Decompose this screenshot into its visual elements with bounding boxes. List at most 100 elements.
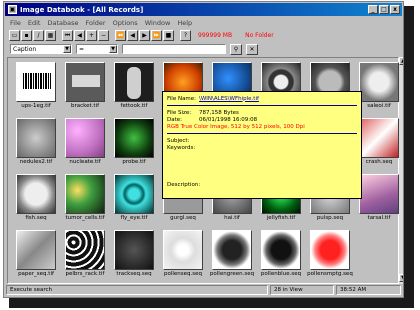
menu-edit[interactable]: Edit: [28, 19, 41, 27]
thumbnail-image: [16, 174, 56, 214]
grid-icon[interactable]: ▦: [45, 30, 56, 41]
thumbnail-item[interactable]: pollengreen.seq: [209, 230, 255, 277]
thumbnail-item[interactable]: bracket.tif: [65, 62, 105, 109]
thumbnail-image: [310, 230, 350, 270]
thumbnail-item[interactable]: probe.tif: [114, 118, 154, 165]
subject-label: Subject:: [167, 137, 190, 144]
scroll-up-icon[interactable]: ▲: [399, 57, 403, 65]
forward-icon[interactable]: ⏩: [151, 30, 162, 41]
close-button[interactable]: x: [390, 5, 400, 14]
file-size-label: File Size:: [167, 109, 192, 116]
file-name-value: \WIN\ALES\WFhiple.tif: [199, 95, 259, 102]
vertical-scrollbar[interactable]: ▲ ▼: [399, 57, 403, 284]
thumbnail-label: trackseq.seq: [116, 271, 152, 277]
thumbnail-item[interactable]: tarsal.tif: [359, 174, 399, 221]
thumbnail-item[interactable]: trackseq.seq: [114, 230, 154, 277]
thumbnail-label: ups-1eg.tif: [21, 103, 51, 109]
play-icon[interactable]: ▶: [139, 30, 150, 41]
thumbnail-label: saleoi.tif: [367, 103, 391, 109]
thumbnail-image: [114, 118, 154, 158]
search-row: Caption ▼ = ▼ ⚲ ✕: [6, 43, 401, 55]
menu-database[interactable]: Database: [47, 19, 78, 27]
minimize-button[interactable]: _: [368, 5, 378, 14]
thumbnail-image: [16, 230, 56, 270]
menu-help[interactable]: Help: [177, 19, 192, 27]
divider: [167, 105, 357, 106]
thumbnail-image: [16, 118, 56, 158]
menu-options[interactable]: Options: [113, 19, 138, 27]
search-operator-select[interactable]: = ▼: [76, 44, 118, 54]
menu-file[interactable]: File: [10, 19, 21, 27]
status-time: 38:52 AM: [336, 285, 401, 295]
italic-icon[interactable]: /: [33, 30, 44, 41]
thumbnail-label: pollensmptg.seq: [307, 271, 353, 277]
thumbnail-item[interactable]: pelbrs_rack.tif: [65, 230, 105, 277]
thumbnail-item[interactable]: fish.seq: [16, 174, 56, 221]
thumbnail-image: [16, 62, 56, 102]
thumbnail-label: hai.tif: [224, 215, 240, 221]
thumbnail-item[interactable]: nedules2.tif: [16, 118, 56, 165]
folder-indicator: No Folder: [245, 32, 274, 39]
file-name-label: File Name:: [167, 95, 197, 102]
chevron-down-icon[interactable]: ▼: [63, 45, 71, 53]
description-label: Description:: [167, 181, 201, 188]
thumbnail-item[interactable]: tumor_cells.tif: [65, 174, 105, 221]
thumbnail-image: [359, 118, 399, 158]
thumbnail-label: fettook.tif: [120, 103, 148, 109]
save-icon[interactable]: ▪: [21, 30, 32, 41]
help-icon[interactable]: ?: [180, 30, 191, 41]
title-bar[interactable]: ▣ Image Databook - [All Records] _ □ x: [5, 3, 402, 16]
scroll-down-icon[interactable]: ▼: [399, 274, 403, 282]
first-record-icon[interactable]: ⏮: [62, 30, 73, 41]
thumbnail-label: pelbrs_rack.tif: [65, 271, 105, 277]
rewind-icon[interactable]: ⏪: [115, 30, 126, 41]
thumbnail-label: paper_seq.tif: [18, 271, 54, 277]
image-info: RGB True Color Image, 512 by 512 pixels,…: [167, 123, 305, 130]
thumbnail-item[interactable]: pollenseq.seq: [163, 230, 203, 277]
prev-record-icon[interactable]: ◀: [74, 30, 85, 41]
search-field-select[interactable]: Caption ▼: [10, 44, 72, 54]
thumbnail-image: [65, 230, 105, 270]
thumbnail-label: probe.tif: [122, 159, 146, 165]
thumbnail-label: pulsp.seq: [316, 215, 344, 221]
thumbnail-label: pollengreen.seq: [209, 271, 255, 277]
search-value-input[interactable]: [122, 44, 226, 54]
menu-bar: File Edit Database Folder Options Window…: [6, 17, 401, 28]
chevron-down-icon[interactable]: ▼: [109, 45, 117, 53]
window-title: Image Databook - [All Records]: [20, 5, 144, 14]
clear-search-button[interactable]: ✕: [246, 43, 258, 55]
stop-icon[interactable]: ■: [163, 30, 174, 41]
toolbar: ▭ ▪ / ▦ ⏮ ◀ + − ⏪ ◀ ▶ ⏩ ■ ? 999999 MB No…: [6, 29, 401, 42]
status-bar: Execute search 28 in View 38:52 AM: [6, 285, 401, 295]
back-icon[interactable]: ◀: [127, 30, 138, 41]
delete-record-icon[interactable]: −: [98, 30, 109, 41]
thumbnail-item[interactable]: pollenblue.seq: [261, 230, 301, 277]
keywords-label: Keywords:: [167, 144, 196, 151]
thumbnail-label: fish.seq: [25, 215, 47, 221]
search-button[interactable]: ⚲: [230, 43, 242, 55]
thumbnail-grid: ups-1eg.tif bracket.tif fettook.tif sale…: [7, 57, 399, 284]
open-icon[interactable]: ▭: [9, 30, 20, 41]
thumbnail-item[interactable]: pollensmptg.seq: [307, 230, 353, 277]
thumbnail-image: [163, 230, 203, 270]
menu-folder[interactable]: Folder: [86, 19, 106, 27]
thumbnail-image: [65, 118, 105, 158]
maximize-button[interactable]: □: [379, 5, 389, 14]
thumbnail-label: jellyfish.tif: [266, 215, 296, 221]
thumbnail-item[interactable]: paper_seq.tif: [16, 230, 56, 277]
thumbnail-item[interactable]: crash.seq: [359, 118, 399, 165]
thumbnail-label: gurgl.seq: [170, 215, 196, 221]
menu-window[interactable]: Window: [145, 19, 171, 27]
thumbnail-image: [114, 174, 154, 214]
thumbnail-label: tumor_cells.tif: [65, 215, 105, 221]
thumbnail-item[interactable]: ups-1eg.tif: [16, 62, 56, 109]
thumbnail-label: bracket.tif: [70, 103, 100, 109]
thumbnail-label: crash.seq: [365, 159, 393, 165]
thumbnail-item[interactable]: nucleate.tif: [65, 118, 105, 165]
status-message: Execute search: [6, 285, 268, 295]
thumbnail-item[interactable]: fly_eye.tif: [114, 174, 154, 221]
thumbnail-item[interactable]: fettook.tif: [114, 62, 154, 109]
add-record-icon[interactable]: +: [86, 30, 97, 41]
thumbnail-item[interactable]: saleoi.tif: [359, 62, 399, 109]
file-info-popup: File Name: \WIN\ALES\WFhiple.tif File Si…: [162, 91, 362, 199]
